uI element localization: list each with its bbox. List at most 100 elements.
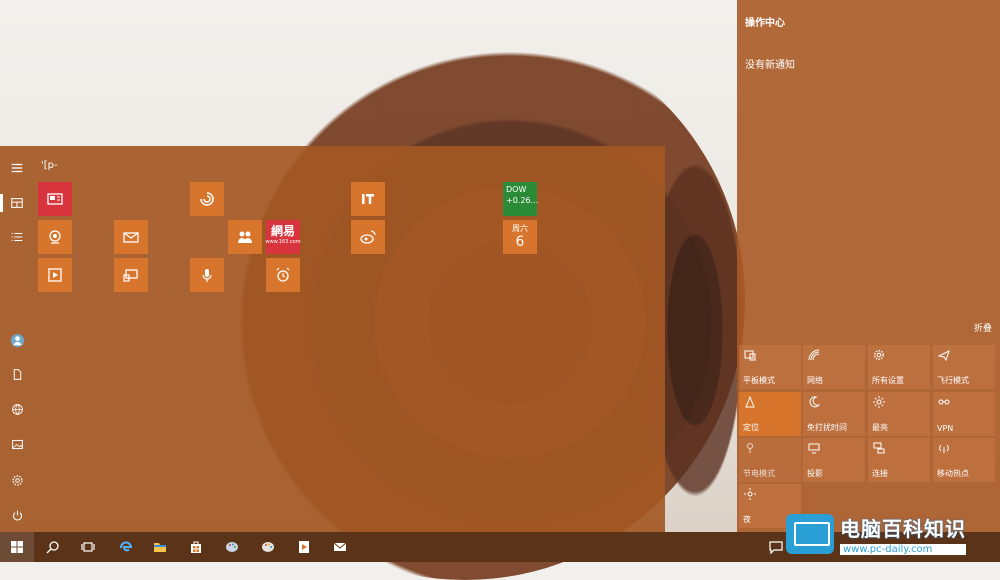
microphone-icon bbox=[202, 269, 212, 282]
battery-saver-icon bbox=[743, 441, 757, 455]
globe-icon[interactable] bbox=[9, 401, 25, 417]
edge-browser-icon bbox=[120, 541, 133, 552]
taskbar-edge[interactable] bbox=[109, 532, 143, 562]
hotspot-icon bbox=[937, 441, 951, 455]
tablet-mode-icon bbox=[743, 348, 757, 362]
notification-icon bbox=[769, 541, 783, 555]
swirl-icon bbox=[200, 192, 214, 206]
tile-people[interactable] bbox=[228, 220, 262, 254]
quick-action-label: 节电模式 bbox=[743, 469, 775, 478]
settings-gear-icon[interactable] bbox=[9, 472, 25, 488]
task-view-icon bbox=[81, 542, 95, 552]
quick-action-connect[interactable]: 连接 bbox=[868, 438, 930, 482]
rail-active-indicator bbox=[0, 194, 3, 212]
quick-action-hotspot[interactable]: 移动热点 bbox=[933, 438, 995, 482]
task-view-button[interactable] bbox=[71, 532, 105, 562]
quick-action-project[interactable]: 投影 bbox=[803, 438, 865, 482]
start-rail bbox=[0, 146, 34, 532]
tile-netease[interactable]: 網易 www.163.com bbox=[265, 220, 301, 254]
taskbar-app-paint-alt[interactable] bbox=[251, 532, 285, 562]
watermark-title: 电脑百科知识 bbox=[840, 517, 966, 541]
pictures-icon[interactable] bbox=[9, 436, 25, 452]
media-play-icon bbox=[299, 541, 309, 553]
it-logo-icon bbox=[362, 194, 374, 204]
mail-icon bbox=[123, 232, 139, 243]
tile-calendar[interactable]: 周六 6 bbox=[503, 220, 537, 254]
paint-palette-icon bbox=[226, 542, 238, 552]
search-fragment: '[p- bbox=[41, 160, 58, 171]
brightness-icon bbox=[872, 395, 886, 409]
quick-action-label: 移动热点 bbox=[937, 469, 969, 478]
news-icon bbox=[47, 193, 63, 205]
tile-alarms[interactable] bbox=[266, 258, 300, 292]
tile-news[interactable] bbox=[38, 182, 72, 216]
start-menu: '[p- 網易 www.163.com DOW +0.26... 周六 6 bbox=[0, 146, 665, 532]
monitor-logo-icon bbox=[786, 514, 834, 554]
tile-voice[interactable] bbox=[190, 258, 224, 292]
quick-action-location[interactable]: 定位 bbox=[739, 392, 801, 436]
quick-action-quiet-hours[interactable]: 免打扰时间 bbox=[803, 392, 865, 436]
documents-icon[interactable] bbox=[9, 366, 25, 382]
mail-icon bbox=[333, 542, 347, 551]
quick-action-label: 定位 bbox=[743, 423, 759, 432]
tile-mail[interactable] bbox=[114, 220, 148, 254]
connect-icon bbox=[872, 441, 886, 455]
windows-logo-icon bbox=[11, 541, 23, 553]
devices-icon bbox=[123, 269, 138, 282]
store-bag-icon bbox=[191, 541, 201, 553]
no-notifications-text: 没有新通知 bbox=[745, 60, 795, 71]
quick-action-label: 连接 bbox=[872, 469, 888, 478]
taskbar-mail[interactable] bbox=[323, 532, 357, 562]
quick-action-battery-saver[interactable]: 节电模式 bbox=[739, 438, 801, 482]
quick-action-brightness[interactable]: 最亮 bbox=[868, 392, 930, 436]
alarm-clock-icon bbox=[276, 267, 290, 282]
camera-pin-icon bbox=[49, 230, 61, 244]
tile-weibo[interactable] bbox=[351, 220, 385, 254]
quick-action-label: 所有设置 bbox=[872, 376, 904, 385]
media-play-icon bbox=[48, 268, 62, 282]
folder-icon bbox=[154, 543, 166, 552]
taskbar-store[interactable] bbox=[179, 532, 213, 562]
taskbar-app-paint[interactable] bbox=[215, 532, 249, 562]
settings-icon bbox=[872, 348, 886, 362]
quick-action-vpn[interactable]: VPN bbox=[933, 392, 995, 436]
airplane-icon bbox=[937, 348, 951, 362]
moon-icon bbox=[807, 395, 821, 409]
all-apps-list-icon[interactable] bbox=[9, 229, 25, 245]
quick-action-airplane[interactable]: 飞行模式 bbox=[933, 345, 995, 389]
location-icon bbox=[743, 395, 757, 409]
tile-maps[interactable] bbox=[38, 220, 72, 254]
paint-palette-icon bbox=[262, 542, 274, 552]
tile-stock[interactable]: DOW +0.26... bbox=[503, 182, 539, 216]
tile-ithome[interactable] bbox=[351, 182, 385, 216]
quick-action-label: 飞行模式 bbox=[937, 376, 969, 385]
watermark-url: www.pc-daily.com bbox=[840, 544, 966, 555]
quick-action-label: 夜 bbox=[743, 515, 751, 524]
people-icon bbox=[238, 231, 252, 243]
hamburger-menu-icon[interactable] bbox=[9, 160, 25, 176]
power-icon[interactable] bbox=[9, 507, 25, 523]
weibo-icon bbox=[360, 230, 376, 244]
quick-action-tablet-mode[interactable]: 平板模式 bbox=[739, 345, 801, 389]
taskbar-file-explorer[interactable] bbox=[143, 532, 177, 562]
user-avatar-icon[interactable] bbox=[9, 332, 25, 348]
collapse-link[interactable]: 折叠 bbox=[974, 321, 992, 334]
night-light-icon bbox=[743, 487, 757, 501]
stock-change: +0.26... bbox=[506, 196, 539, 205]
start-button[interactable] bbox=[0, 532, 34, 562]
tile-media[interactable] bbox=[38, 258, 72, 292]
search-button[interactable] bbox=[36, 532, 70, 562]
quick-action-label: VPN bbox=[937, 424, 954, 433]
taskbar-media[interactable] bbox=[287, 532, 321, 562]
quick-action-network[interactable]: 网络 bbox=[803, 345, 865, 389]
tile-devices[interactable] bbox=[114, 258, 148, 292]
calendar-weekday: 周六 bbox=[512, 224, 528, 233]
calendar-day: 6 bbox=[515, 234, 525, 250]
quick-action-all-settings[interactable]: 所有设置 bbox=[868, 345, 930, 389]
netease-brand: 網易 bbox=[270, 224, 295, 238]
stock-symbol: DOW bbox=[506, 185, 527, 194]
action-center-title: 操作中心 bbox=[745, 18, 785, 29]
search-icon bbox=[46, 541, 59, 554]
tile-phoenix[interactable] bbox=[190, 182, 224, 216]
tiles-view-icon[interactable] bbox=[9, 195, 25, 211]
